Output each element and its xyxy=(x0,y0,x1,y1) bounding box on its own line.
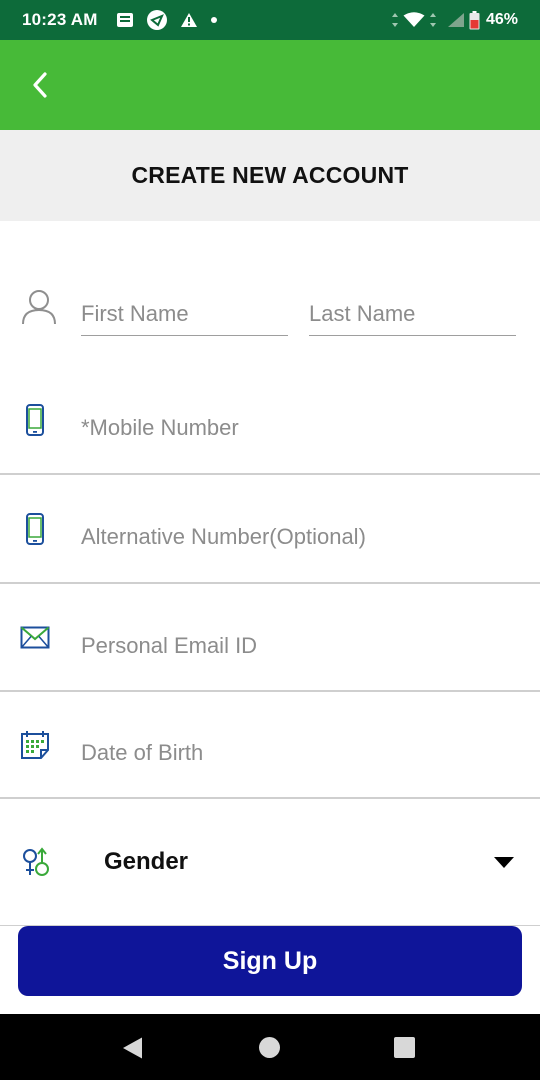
first-name-input[interactable] xyxy=(81,292,288,335)
warning-icon xyxy=(180,12,198,28)
divider xyxy=(0,473,540,475)
phone-icon xyxy=(25,404,45,436)
notes-icon xyxy=(116,12,134,28)
phone-icon xyxy=(25,513,45,545)
chevron-left-icon xyxy=(31,71,49,104)
calendar-icon xyxy=(20,730,50,760)
alternative-number-input[interactable] xyxy=(81,515,511,559)
gender-icon xyxy=(22,846,52,878)
status-time: 10:23 AM xyxy=(22,10,98,29)
data-arrows-icon xyxy=(429,12,437,28)
recents-square-icon[interactable] xyxy=(393,1036,416,1064)
divider xyxy=(0,690,540,692)
battery-percent: 46% xyxy=(485,11,518,28)
last-name-field xyxy=(309,292,516,336)
home-circle-icon[interactable] xyxy=(258,1036,281,1064)
battery-icon xyxy=(469,10,480,30)
back-button[interactable] xyxy=(20,67,60,107)
app-icon xyxy=(146,9,168,31)
mobile-number-input[interactable] xyxy=(81,406,511,450)
dot-icon xyxy=(210,16,218,24)
system-nav-bar xyxy=(0,1014,540,1080)
divider xyxy=(0,797,540,799)
sign-up-label: Sign Up xyxy=(222,946,318,975)
signal-icon xyxy=(447,12,465,28)
email-input[interactable] xyxy=(81,624,511,668)
title-band: CREATE NEW ACCOUNT xyxy=(0,130,540,221)
last-name-input[interactable] xyxy=(309,292,516,335)
envelope-icon xyxy=(20,626,50,650)
dropdown-caret-icon[interactable] xyxy=(494,857,514,868)
divider xyxy=(0,582,540,584)
first-name-field xyxy=(81,292,288,336)
back-triangle-icon[interactable] xyxy=(121,1036,145,1065)
data-arrows-icon xyxy=(391,12,399,28)
gender-label[interactable]: Gender xyxy=(104,848,188,876)
app-bar xyxy=(0,40,540,130)
page-title: CREATE NEW ACCOUNT xyxy=(131,162,409,188)
status-bar: 10:23 AM 46% xyxy=(0,0,540,40)
wifi-icon xyxy=(403,12,425,28)
person-icon xyxy=(20,288,58,326)
sign-up-button[interactable]: Sign Up xyxy=(18,926,522,996)
date-of-birth-input[interactable] xyxy=(81,731,511,775)
